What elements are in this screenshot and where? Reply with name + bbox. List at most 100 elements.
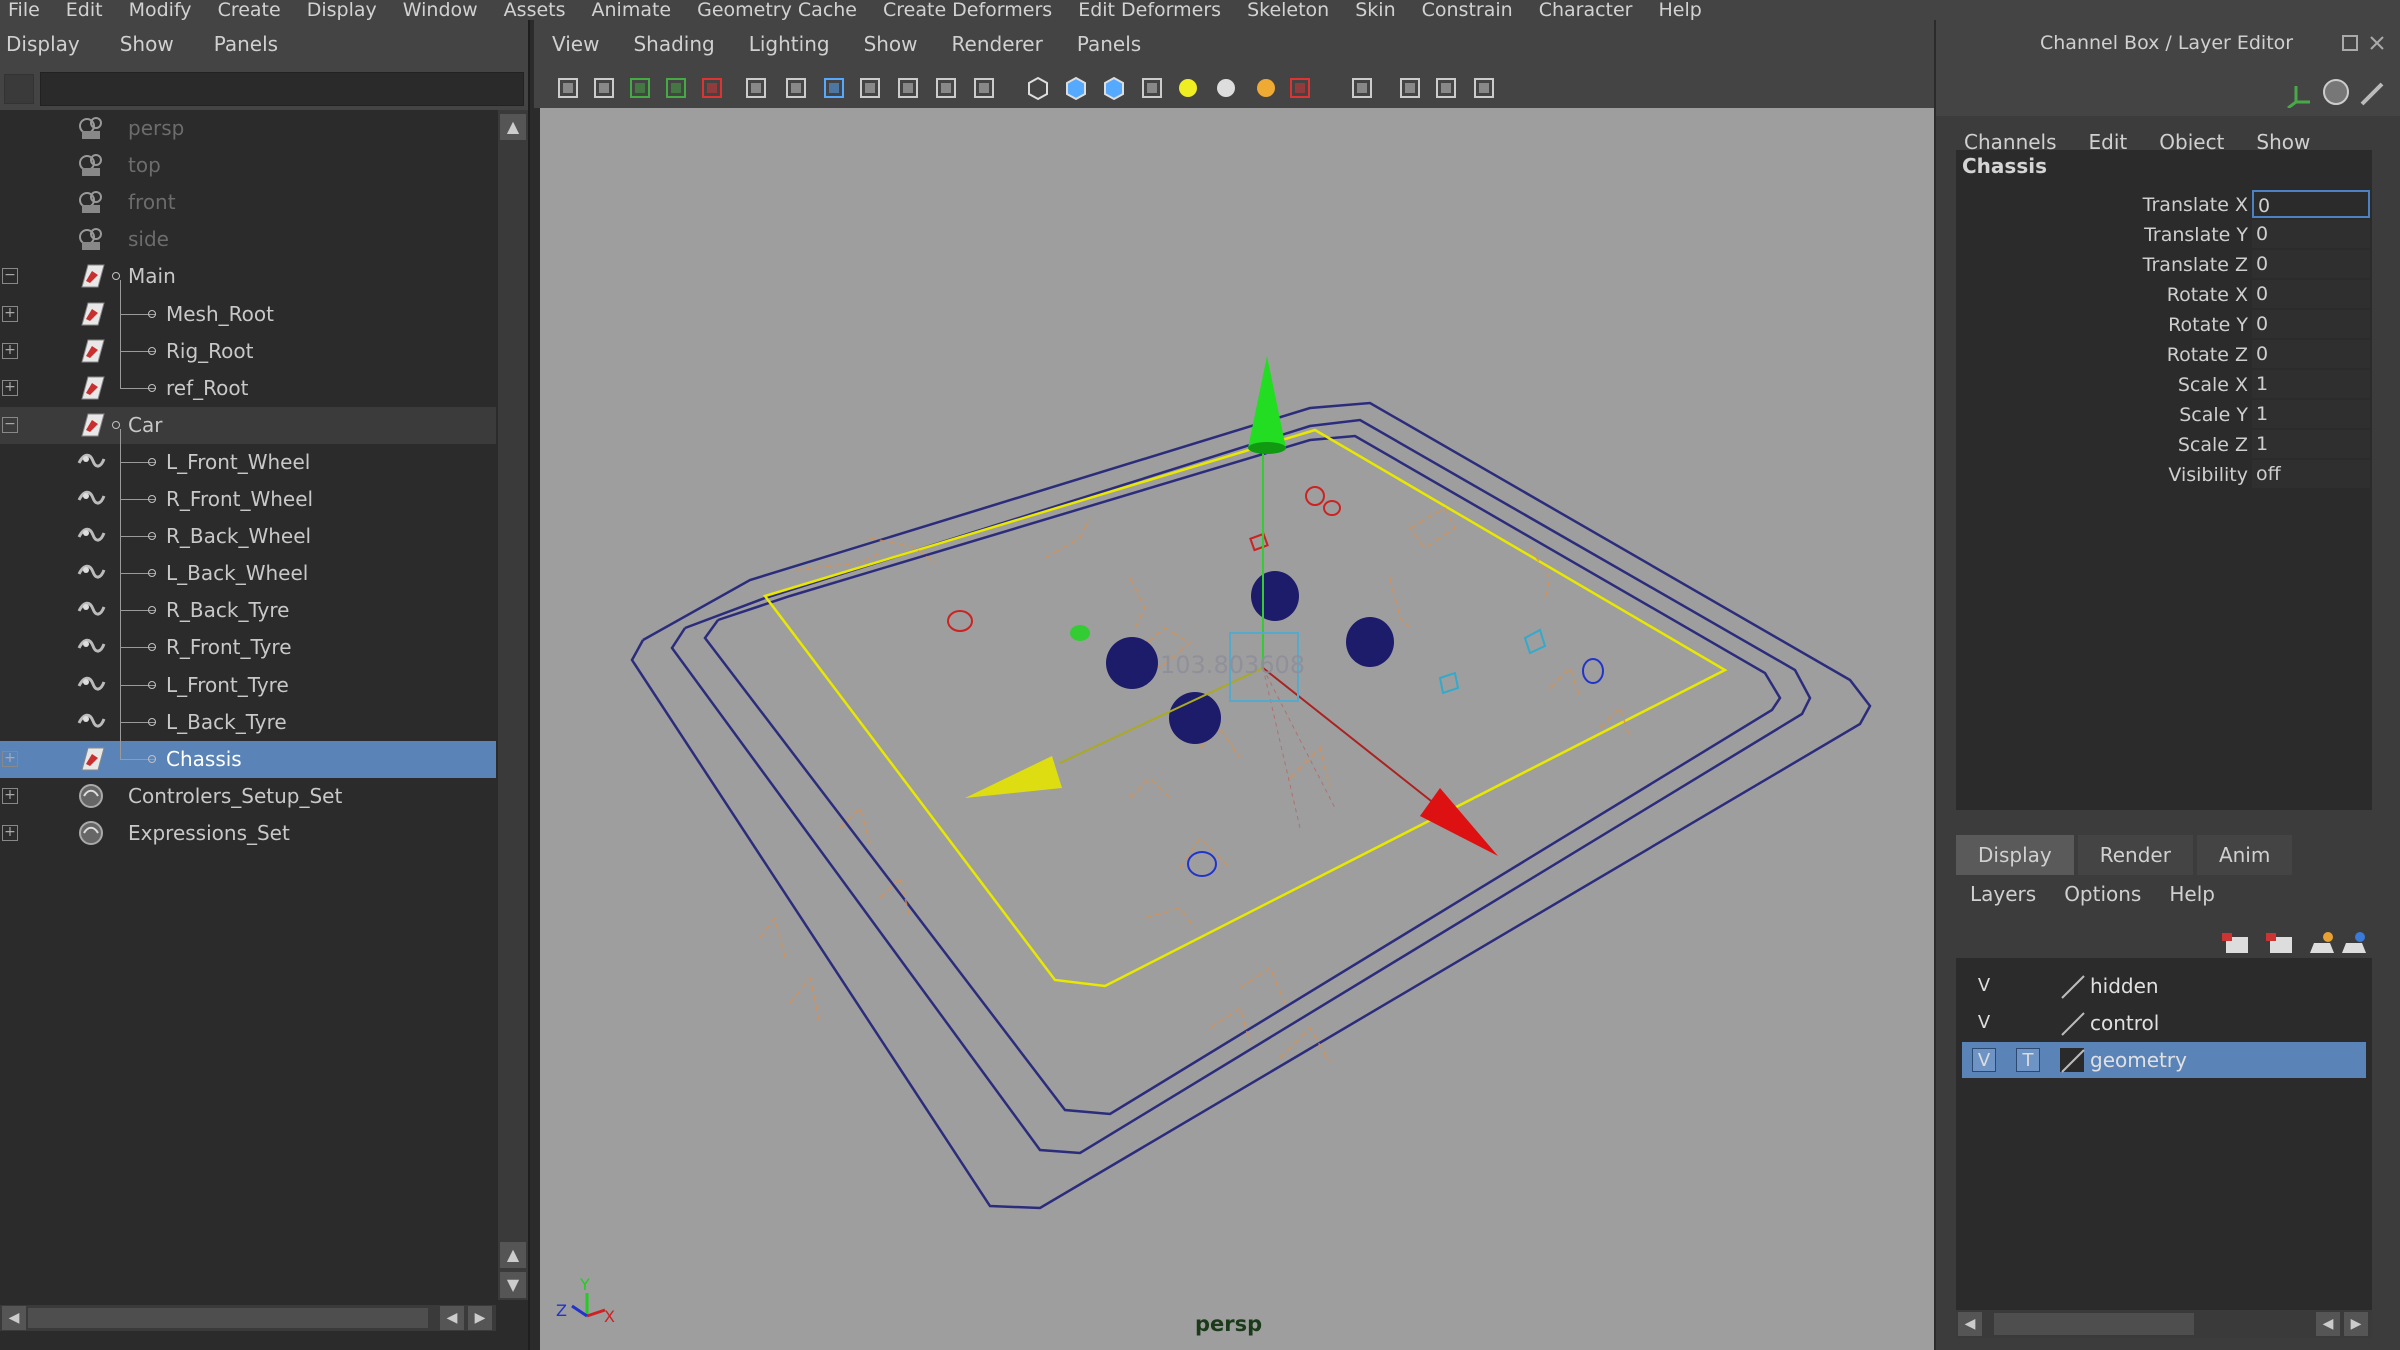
shaded-wire-icon[interactable] (1100, 74, 1128, 102)
collapse-icon[interactable]: − (2, 268, 18, 285)
outliner-row[interactable]: front (0, 184, 496, 221)
new-layer-selected-icon[interactable] (2342, 932, 2366, 953)
menu-skin[interactable]: Skin (1355, 0, 1395, 20)
vp-menu-lighting[interactable]: Lighting (749, 32, 830, 56)
menu-edit-deformers[interactable]: Edit Deformers (1078, 0, 1221, 20)
3d-viewport[interactable]: 103.803608 Y X Z (540, 108, 1934, 1350)
manip-y-handle[interactable] (1248, 356, 1286, 448)
grid-icon[interactable] (742, 74, 770, 102)
outliner-row[interactable]: + Rig_Root (0, 333, 496, 370)
layer-color-icon[interactable] (2058, 1046, 2086, 1074)
outliner-row[interactable]: − Main (0, 258, 496, 295)
camera-icon[interactable] (590, 74, 618, 102)
scroll-up-arrow-icon[interactable]: ▲ (500, 114, 526, 140)
vp-menu-view[interactable]: View (552, 32, 599, 56)
xray-icon[interactable] (1348, 74, 1376, 102)
2d-pan-icon[interactable] (698, 74, 726, 102)
scroll-right-arrow-icon[interactable]: ▶ (468, 1306, 492, 1330)
outliner-row[interactable]: L_Back_Tyre (0, 704, 496, 741)
scroll-down-arrow-icon[interactable]: ▼ (500, 1272, 526, 1298)
outliner-row[interactable]: side (0, 221, 496, 258)
resolution-gate-icon[interactable] (820, 74, 848, 102)
outliner-menu-panels[interactable]: Panels (214, 32, 278, 56)
channel-row[interactable]: Translate Y0 (1956, 220, 2372, 250)
scroll-left-arrow-icon[interactable]: ◀ (2, 1306, 26, 1330)
expand-icon[interactable]: + (2, 750, 18, 767)
menu-constrain[interactable]: Constrain (1422, 0, 1513, 20)
outliner-row[interactable]: + Mesh_Root (0, 296, 496, 333)
channel-value-field[interactable]: 0 (2252, 190, 2370, 218)
wireframe-icon[interactable] (1024, 74, 1052, 102)
channel-value-field[interactable]: 0 (2252, 340, 2370, 368)
expand-icon[interactable]: + (2, 379, 18, 396)
layer-menu-help[interactable]: Help (2169, 882, 2215, 906)
menu-file[interactable]: File (8, 0, 40, 20)
channel-row[interactable]: Rotate Z0 (1956, 340, 2372, 370)
channel-value-field[interactable]: 0 (2252, 220, 2370, 248)
outliner-row[interactable]: + ref_Root (0, 370, 496, 407)
gate-mask-icon[interactable] (856, 74, 884, 102)
menu-assets[interactable]: Assets (504, 0, 566, 20)
outliner-row[interactable]: + Controlers_Setup_Set (0, 778, 496, 815)
menu-edit[interactable]: Edit (66, 0, 103, 20)
expand-icon[interactable]: + (2, 342, 18, 359)
vp-menu-renderer[interactable]: Renderer (952, 32, 1043, 56)
channel-row[interactable]: Visibility off (1956, 460, 2372, 490)
outliner-row[interactable]: R_Back_Tyre (0, 592, 496, 629)
camera-attr-icon[interactable] (554, 74, 582, 102)
layer-row[interactable]: V Tgeometry (1962, 1042, 2366, 1078)
scroll-thumb[interactable] (28, 1308, 428, 1328)
layer-visibility-toggle[interactable]: V (1972, 1048, 1996, 1072)
vp-menu-panels[interactable]: Panels (1077, 32, 1141, 56)
outliner-row[interactable]: top (0, 147, 496, 184)
channel-value-field[interactable]: 1 (2252, 430, 2370, 458)
default-light-icon[interactable] (1174, 74, 1202, 102)
outliner-row[interactable]: R_Front_Wheel (0, 481, 496, 518)
scroll-thumb[interactable] (1994, 1313, 2194, 1335)
menu-create[interactable]: Create (218, 0, 281, 20)
menu-window[interactable]: Window (403, 0, 478, 20)
layer-visibility-toggle[interactable]: V (1972, 1011, 1996, 1035)
channel-row[interactable]: Scale Z1 (1956, 430, 2372, 460)
outliner-vscrollbar[interactable]: ▲ ▲ ▼ (498, 110, 528, 1300)
bookmark-icon[interactable] (626, 74, 654, 102)
hud-icon[interactable] (1432, 74, 1460, 102)
float-panel-icon[interactable] (2342, 35, 2358, 51)
component-icon[interactable] (1470, 74, 1498, 102)
scroll-left-arrow-icon[interactable]: ◀ (2316, 1312, 2340, 1336)
layer-row[interactable]: Vhidden (1962, 968, 2366, 1004)
layer-color-icon[interactable] (2058, 972, 2086, 1000)
manip-x-handle[interactable] (1420, 788, 1498, 856)
tab-display[interactable]: Display (1956, 835, 2074, 875)
channel-row[interactable]: Translate X0 (1956, 190, 2372, 220)
filter-button[interactable] (4, 74, 34, 104)
layer-display-type-toggle[interactable]: T (2016, 1048, 2040, 1072)
menu-create-deformers[interactable]: Create Deformers (883, 0, 1052, 20)
close-icon[interactable] (2370, 36, 2384, 50)
scroll-left-arrow-icon[interactable]: ◀ (440, 1306, 464, 1330)
layer-menu-layers[interactable]: Layers (1970, 882, 2036, 906)
expand-icon[interactable]: + (2, 787, 18, 804)
use-all-lights-icon[interactable] (1212, 74, 1240, 102)
image-plane-icon[interactable] (662, 74, 690, 102)
layer-row[interactable]: Vcontrol (1962, 1005, 2366, 1041)
menu-skeleton[interactable]: Skeleton (1247, 0, 1329, 20)
expand-icon[interactable]: + (2, 824, 18, 841)
outliner-row[interactable]: R_Back_Wheel (0, 518, 496, 555)
outliner-menu-show[interactable]: Show (120, 32, 174, 56)
channel-value-field[interactable]: 0 (2252, 280, 2370, 308)
channel-value-field[interactable]: 0 (2252, 250, 2370, 278)
channel-row[interactable]: Scale X1 (1956, 370, 2372, 400)
outliner-row[interactable]: + Chassis (0, 740, 496, 778)
channel-value-field[interactable]: off (2252, 460, 2370, 488)
outliner-row[interactable]: − Car (0, 406, 496, 444)
scroll-right-arrow-icon[interactable]: ▶ (2344, 1312, 2368, 1336)
menu-modify[interactable]: Modify (129, 0, 192, 20)
new-layer-icon[interactable] (2310, 932, 2334, 953)
channel-row[interactable]: Translate Z0 (1956, 250, 2372, 280)
scroll-left-arrow-icon[interactable]: ◀ (1958, 1312, 1982, 1336)
film-gate-icon[interactable] (782, 74, 810, 102)
menu-help[interactable]: Help (1659, 0, 1702, 20)
menu-animate[interactable]: Animate (592, 0, 672, 20)
textured-icon[interactable] (1138, 74, 1166, 102)
